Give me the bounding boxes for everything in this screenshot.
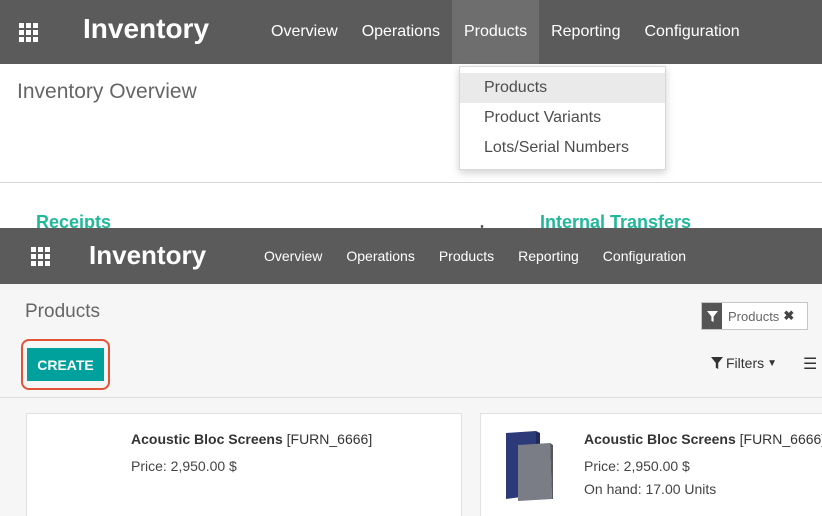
product-card[interactable]: Acoustic Bloc Screens [FURN_6666] Price:… <box>480 413 822 516</box>
product-name[interactable]: Acoustic Bloc Screens [FURN_6666] <box>131 431 372 447</box>
list-menu-icon[interactable]: ☰ <box>803 354 817 374</box>
product-card[interactable]: Acoustic Bloc Screens [FURN_6666] Price:… <box>26 413 462 516</box>
top-navbar: Inventory Overview Operations Products R… <box>0 0 822 64</box>
apps-grid-icon[interactable] <box>14 16 42 48</box>
menu-configuration[interactable]: Configuration <box>591 228 698 284</box>
menu-overview[interactable]: Overview <box>259 0 350 64</box>
app-brand[interactable]: Inventory <box>83 13 209 45</box>
menu-products[interactable]: Products <box>427 228 506 284</box>
main-menu: Overview Operations Products Reporting C… <box>252 228 698 284</box>
product-thumbnail <box>506 431 553 501</box>
page-title: Inventory Overview <box>17 80 197 103</box>
menu-reporting[interactable]: Reporting <box>539 0 632 64</box>
caret-down-icon: ▼ <box>767 357 778 369</box>
app-brand[interactable]: Inventory <box>89 240 206 271</box>
menu-operations[interactable]: Operations <box>350 0 452 64</box>
facet-remove-icon[interactable]: ✖ <box>783 308 794 324</box>
filters-dropdown[interactable]: Filters ▼ <box>711 355 777 371</box>
divider <box>0 182 822 183</box>
filters-label: Filters <box>726 355 765 371</box>
divider <box>0 397 822 398</box>
dropdown-item-lots-serial-numbers[interactable]: Lots/Serial Numbers <box>460 133 665 163</box>
filter-icon <box>711 357 723 369</box>
product-price: Price: 2,950.00 $ <box>584 458 690 474</box>
filter-icon <box>702 303 722 329</box>
inventory-overview-screenshot: Inventory Overview Operations Products R… <box>0 0 822 230</box>
products-list-screenshot: Inventory Overview Operations Products R… <box>0 228 822 516</box>
dropdown-item-products[interactable]: Products <box>460 73 665 103</box>
dropdown-item-product-variants[interactable]: Product Variants <box>460 103 665 133</box>
menu-products[interactable]: Products <box>451 0 540 64</box>
menu-reporting[interactable]: Reporting <box>506 228 591 284</box>
main-menu: Overview Operations Products Reporting C… <box>259 0 752 64</box>
menu-operations[interactable]: Operations <box>334 228 426 284</box>
top-navbar: Inventory Overview Operations Products R… <box>0 228 822 284</box>
product-price: Price: 2,950.00 $ <box>131 458 237 474</box>
product-name[interactable]: Acoustic Bloc Screens [FURN_6666] <box>584 431 822 447</box>
search-facet: Products ✖ <box>701 302 808 330</box>
create-button[interactable]: CREATE <box>27 348 104 381</box>
page-title: Products <box>25 301 100 322</box>
apps-grid-icon[interactable] <box>26 240 54 272</box>
menu-configuration[interactable]: Configuration <box>632 0 751 64</box>
menu-overview[interactable]: Overview <box>252 228 334 284</box>
product-on-hand: On hand: 17.00 Units <box>584 481 717 497</box>
products-dropdown-menu: Products Product Variants Lots/Serial Nu… <box>459 66 666 170</box>
facet-label: Products <box>728 308 780 324</box>
